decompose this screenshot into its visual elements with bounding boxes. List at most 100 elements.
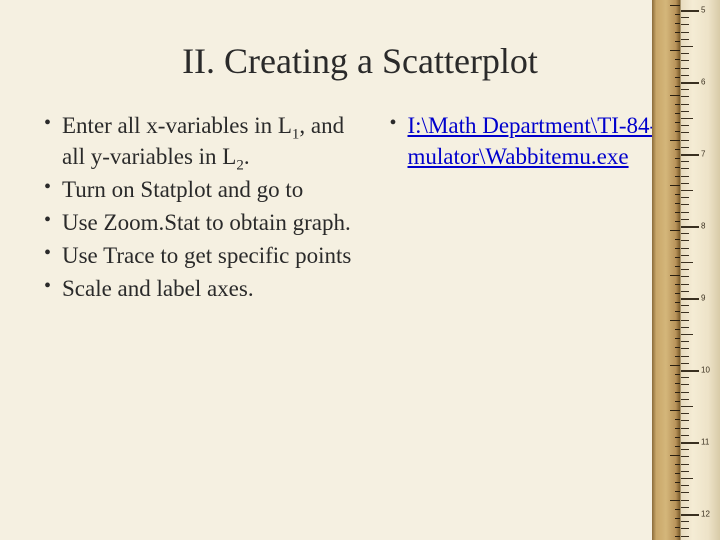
bullet-text: Turn on Statplot and go to — [62, 177, 303, 202]
ruler-tick-minor — [681, 406, 693, 407]
emulator-link[interactable]: I:\Math Department\TI-84-Emulator\Wabbit… — [408, 113, 672, 169]
ruler-tick-minor — [681, 104, 689, 105]
ruler-wood-tick — [670, 230, 680, 231]
ruler-tick-minor — [681, 46, 693, 47]
bullet-item: Use Trace to get specific points — [40, 240, 366, 271]
bullet-text: Enter all x-variables in L — [62, 113, 292, 138]
ruler-ivory-strip: 5 6 7 8 9 10 11 12 — [680, 0, 720, 540]
ruler-tick-minor — [681, 384, 689, 385]
ruler-tick-minor — [681, 176, 689, 177]
bullet-text: Use Trace to get specific points — [62, 243, 351, 268]
right-column: I:\Math Department\TI-84-Emulator\Wabbit… — [386, 110, 681, 306]
ruler-tick-minor — [681, 53, 689, 54]
ruler-tick-minor — [681, 456, 689, 457]
ruler-tick-minor — [681, 305, 689, 306]
ruler-tick-minor — [681, 435, 689, 436]
ruler-tick-minor — [681, 500, 689, 501]
ruler-tick-minor — [681, 464, 689, 465]
ruler-tick-minor — [681, 219, 689, 220]
ruler-wood-strip — [652, 0, 680, 540]
ruler-number: 7 — [701, 150, 705, 159]
ruler-tick-major — [681, 298, 699, 300]
ruler-tick-minor — [681, 377, 689, 378]
bullet-text: Scale and label axes. — [62, 276, 254, 301]
ruler-tick-minor — [681, 449, 689, 450]
bullet-text: . — [244, 144, 250, 169]
bullet-item: Enter all x-variables in L1, and all y-v… — [40, 110, 366, 172]
ruler-tick-minor — [681, 420, 689, 421]
ruler-tick-major — [681, 514, 699, 516]
bullet-item: Turn on Statplot and go to — [40, 174, 366, 205]
ruler-tick-minor — [681, 334, 693, 335]
ruler-wood-tick — [670, 185, 680, 186]
ruler-tick-minor — [681, 471, 689, 472]
ruler-tick-major — [681, 370, 699, 372]
ruler-tick-minor — [681, 269, 689, 270]
bullet-item: I:\Math Department\TI-84-Emulator\Wabbit… — [386, 110, 681, 172]
ruler-wood-tick — [670, 140, 680, 141]
ruler-tick-minor — [681, 197, 689, 198]
ruler-tick-minor — [681, 284, 689, 285]
ruler-wood-tick — [670, 275, 680, 276]
ruler-tick-minor — [681, 96, 689, 97]
ruler-tick-minor — [681, 168, 689, 169]
ruler-wood-tick — [670, 410, 680, 411]
ruler-tick-major — [681, 226, 699, 228]
ruler-number: 8 — [701, 222, 705, 231]
ruler-tick-minor — [681, 190, 693, 191]
ruler-tick-minor — [681, 262, 693, 263]
ruler-wood-tick — [670, 320, 680, 321]
ruler-number: 11 — [701, 438, 709, 447]
ruler-tick-minor — [681, 276, 689, 277]
ruler-tick-minor — [681, 140, 689, 141]
ruler-tick-minor — [681, 132, 689, 133]
ruler-tick-minor — [681, 24, 689, 25]
ruler-tick-minor — [681, 528, 689, 529]
ruler-tick-minor — [681, 233, 689, 234]
ruler-tick-minor — [681, 75, 689, 76]
ruler-tick-minor — [681, 39, 689, 40]
ruler-tick-minor — [681, 291, 689, 292]
ruler-tick-minor — [681, 183, 689, 184]
subscript: 2 — [236, 158, 243, 174]
ruler-tick-minor — [681, 478, 693, 479]
ruler-number: 12 — [701, 510, 710, 519]
ruler-tick-minor — [681, 392, 689, 393]
ruler-wood-tick — [670, 500, 680, 501]
ruler-tick-minor — [681, 111, 689, 112]
ruler-tick-minor — [681, 428, 689, 429]
slide-title: II. Creating a Scatterplot — [40, 40, 680, 82]
ruler-number: 5 — [701, 6, 705, 15]
ruler-wood-tick — [670, 455, 680, 456]
ruler-tick-major — [681, 82, 699, 84]
ruler-number: 9 — [701, 294, 705, 303]
ruler-tick-minor — [681, 204, 689, 205]
ruler-wood-tick — [670, 5, 680, 6]
ruler-tick-minor — [681, 413, 689, 414]
ruler-tick-minor — [681, 485, 689, 486]
ruler-tick-minor — [681, 60, 689, 61]
ruler-tick-minor — [681, 255, 689, 256]
ruler-tick-minor — [681, 118, 693, 119]
ruler-number: 10 — [701, 366, 710, 375]
ruler-tick-major — [681, 442, 699, 444]
bullet-item: Scale and label axes. — [40, 273, 366, 304]
ruler-tick-minor — [681, 312, 689, 313]
ruler-wood-tick — [670, 365, 680, 366]
bullet-item: Use Zoom.Stat to obtain graph. — [40, 207, 366, 238]
left-bullet-list: Enter all x-variables in L1, and all y-v… — [40, 110, 366, 304]
ruler-tick-minor — [681, 125, 689, 126]
ruler-decoration: 5 6 7 8 9 10 11 12 — [652, 0, 720, 540]
ruler-tick-minor — [681, 536, 689, 537]
ruler-tick-minor — [681, 240, 689, 241]
ruler-tick-minor — [681, 507, 689, 508]
right-bullet-list: I:\Math Department\TI-84-Emulator\Wabbit… — [386, 110, 681, 172]
ruler-tick-major — [681, 154, 699, 156]
slide: II. Creating a Scatterplot Enter all x-v… — [0, 0, 720, 540]
ruler-tick-minor — [681, 161, 689, 162]
ruler-tick-minor — [681, 341, 689, 342]
ruler-number: 6 — [701, 78, 705, 87]
ruler-tick-minor — [681, 89, 689, 90]
ruler-tick-minor — [681, 32, 689, 33]
ruler-tick-minor — [681, 147, 689, 148]
